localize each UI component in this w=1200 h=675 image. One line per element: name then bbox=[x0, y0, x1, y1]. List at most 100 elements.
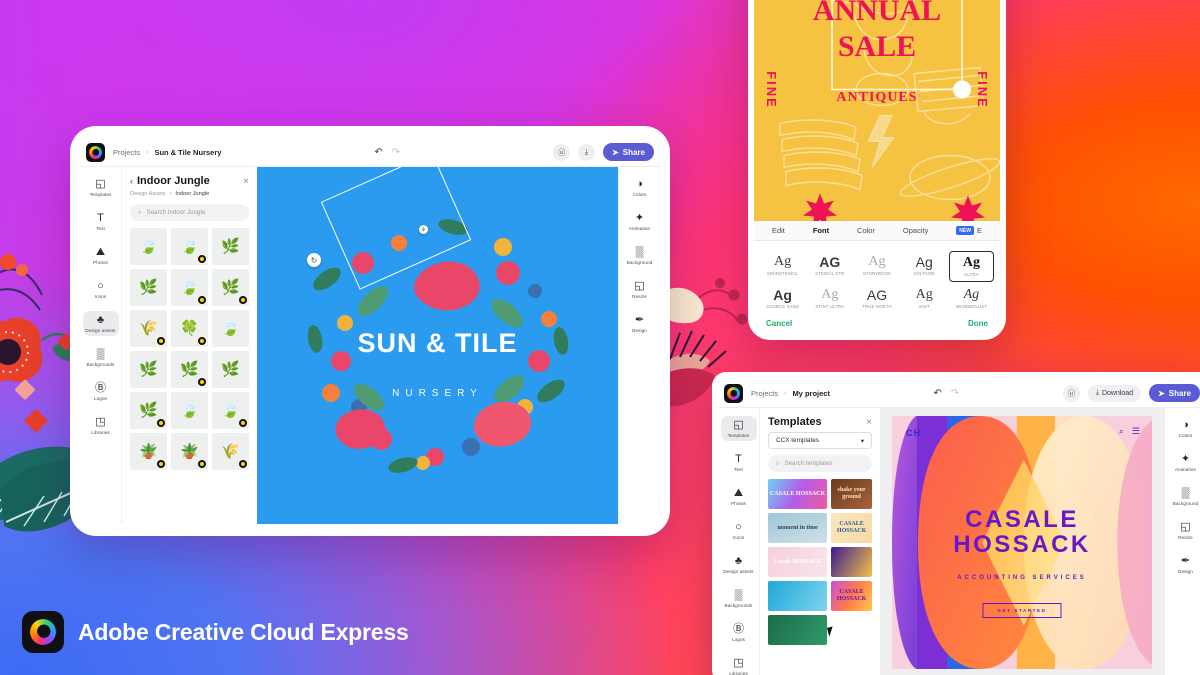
font-option[interactable]: Ag SIRINSTENCIL bbox=[760, 251, 805, 282]
asset-thumbnail[interactable]: 🍃 bbox=[171, 392, 208, 429]
asset-thumbnail[interactable]: 🪴 bbox=[171, 433, 208, 470]
asset-thumbnail[interactable]: 🍃 bbox=[212, 310, 249, 347]
sidebar-item-backgrounds[interactable]: ▒ Backgrounds bbox=[83, 345, 119, 370]
font-option[interactable]: Ag SOURCE SANS bbox=[760, 284, 805, 313]
sidebar-item-animation[interactable]: ✦ Animation bbox=[622, 209, 658, 234]
asset-thumbnail[interactable]: 🌿 bbox=[212, 269, 249, 306]
font-option[interactable]: AG STENCIL STD bbox=[807, 251, 852, 282]
undo-icon[interactable]: ↶ bbox=[374, 147, 382, 158]
template-thumbnail[interactable] bbox=[831, 547, 872, 577]
sidebar-item-background[interactable]: ▒ Background bbox=[1168, 484, 1200, 509]
sidebar-item-logos[interactable]: Ⓑ Logos bbox=[721, 620, 757, 645]
asset-thumbnail[interactable]: 🍃 bbox=[171, 269, 208, 306]
sidebar-item-resize[interactable]: ◱ Resize bbox=[622, 277, 658, 302]
sidebar-item-resize[interactable]: ◱ Resize bbox=[1168, 518, 1200, 543]
sidebar-item-animation[interactable]: ✦ Animation bbox=[1168, 450, 1200, 475]
sidebar-item-libraries[interactable]: ◳ Libraries bbox=[721, 654, 757, 675]
sidebar-item-backgrounds[interactable]: ▒ Backgrounds bbox=[721, 586, 757, 611]
sidebar-item-design[interactable]: ✒ Design bbox=[1168, 552, 1200, 577]
font-option[interactable]: Ag STORYBOOK bbox=[854, 251, 899, 282]
template-thumbnail[interactable]: CASALE HOSSACK bbox=[831, 513, 872, 543]
tab-edit[interactable]: Edit bbox=[772, 226, 785, 235]
template-thumbnail[interactable]: shake your ground bbox=[831, 479, 872, 509]
font-option[interactable]: Ag VAST bbox=[902, 284, 947, 313]
asset-thumbnail[interactable]: 🌿 bbox=[130, 392, 167, 429]
sidebar-item-design-assets[interactable]: ♣ Design assets bbox=[82, 311, 119, 336]
sidebar-item-background[interactable]: ▒ Background bbox=[622, 243, 658, 268]
redo-icon[interactable]: ↷ bbox=[392, 147, 400, 158]
sidebar-item-templates[interactable]: ◱ Templates bbox=[83, 175, 119, 200]
back-icon[interactable]: ‹ bbox=[130, 176, 133, 186]
sidebar-item-text[interactable]: T Text bbox=[83, 209, 119, 234]
asset-thumbnail[interactable]: 🌿 bbox=[171, 351, 208, 388]
asset-thumbnail[interactable]: 🪴 bbox=[130, 433, 167, 470]
share-button[interactable]: ➤ Share bbox=[603, 143, 654, 161]
template-category-dropdown[interactable]: CCX templates ▾ bbox=[768, 432, 872, 449]
sidebar-item-icons[interactable]: ○ Icons bbox=[83, 277, 119, 302]
download-button[interactable]: ⤓ Download bbox=[1087, 384, 1142, 402]
sidebar-item-colors[interactable]: ◑ Colors bbox=[622, 175, 658, 200]
sidebar-item-photos[interactable]: ⛰ Photos bbox=[83, 243, 119, 268]
asset-thumbnail[interactable]: 🌾 bbox=[130, 310, 167, 347]
sidebar-item-templates[interactable]: ◱ Templates bbox=[720, 416, 757, 441]
account-avatar[interactable]: ⓤ bbox=[1062, 384, 1080, 402]
asset-thumbnail[interactable]: 🍃 bbox=[171, 228, 208, 265]
panel-breadcrumb-root[interactable]: Design Assets bbox=[130, 191, 165, 197]
redo-icon[interactable]: ↷ bbox=[951, 388, 959, 399]
sidebar-item-colors[interactable]: ◑ Colors bbox=[1168, 416, 1200, 441]
creative-cloud-express-logo-icon[interactable] bbox=[724, 383, 743, 403]
close-icon[interactable]: × bbox=[243, 176, 249, 187]
search-input[interactable]: ⌕ Search templates bbox=[768, 455, 872, 472]
tablet-canvas[interactable]: SUN & TILE NURSERY ↻ ✣ bbox=[257, 167, 618, 524]
sidebar-item-libraries[interactable]: ◳ Libraries bbox=[83, 413, 119, 438]
font-option[interactable]: Ag WANDERLUST bbox=[949, 284, 994, 313]
tab-color[interactable]: Color bbox=[857, 226, 875, 235]
font-option[interactable]: Ag STINT ULTRA bbox=[807, 284, 852, 313]
get-started-button[interactable]: GET STARTED bbox=[982, 603, 1062, 619]
search-input[interactable]: ⌕ Search Indoor Jungle bbox=[130, 204, 249, 221]
breadcrumb-root[interactable]: Projects bbox=[751, 389, 778, 398]
font-option[interactable]: Ag ULTRA bbox=[948, 251, 994, 282]
font-option[interactable]: Ag VOLTAIRE bbox=[902, 251, 947, 282]
creative-cloud-express-logo-icon[interactable] bbox=[86, 142, 105, 162]
undo-icon[interactable]: ↶ bbox=[934, 388, 942, 399]
template-thumbnail[interactable]: Casale HOSSACK bbox=[768, 547, 828, 577]
done-button[interactable]: Done bbox=[968, 319, 988, 328]
resize-handle[interactable]: ✣ bbox=[419, 225, 428, 234]
sidebar-item-text[interactable]: T Text bbox=[721, 450, 757, 475]
template-thumbnail[interactable]: moment in time bbox=[768, 513, 828, 543]
sidebar-item-logos[interactable]: Ⓑ Logos bbox=[83, 379, 119, 404]
template-thumbnail[interactable] bbox=[768, 581, 828, 611]
template-thumbnail[interactable]: CASALE HOSSACK bbox=[768, 479, 828, 509]
desktop-canvas[interactable]: CH ⌕ ☰ CASALE HOSSACK ACCOUNTING SERVICE… bbox=[880, 408, 1164, 675]
account-avatar[interactable]: ⓤ bbox=[553, 143, 571, 161]
asset-thumbnail[interactable]: 🌿 bbox=[212, 351, 249, 388]
asset-thumbnail[interactable]: 🌿 bbox=[130, 351, 167, 388]
tab-effects-group[interactable]: NEW E bbox=[956, 226, 982, 235]
tab-opacity[interactable]: Opacity bbox=[903, 226, 928, 235]
font-option[interactable]: AG TRUE NORTH bbox=[854, 284, 899, 313]
asset-thumbnail[interactable]: 🍀 bbox=[171, 310, 208, 347]
sidebar-item-label: Design bbox=[632, 328, 647, 333]
template-thumbnail[interactable] bbox=[768, 615, 828, 645]
asset-thumbnail[interactable]: 🌿 bbox=[130, 269, 167, 306]
breadcrumb-root[interactable]: Projects bbox=[113, 148, 140, 157]
asset-thumbnail[interactable]: 🍃 bbox=[130, 228, 167, 265]
template-thumbnail[interactable]: CASALE HOSSACK bbox=[831, 581, 872, 611]
close-icon[interactable]: × bbox=[866, 417, 872, 428]
asset-thumbnail[interactable]: 🍃 bbox=[212, 392, 249, 429]
sidebar-item-design-assets[interactable]: ♣ Design assets bbox=[721, 552, 757, 577]
asset-thumbnail[interactable]: 🌾 bbox=[212, 433, 249, 470]
cancel-button[interactable]: Cancel bbox=[766, 319, 792, 328]
tab-font[interactable]: Font bbox=[813, 226, 829, 235]
sidebar-item-photos[interactable]: ⛰ Photos bbox=[721, 484, 757, 509]
asset-thumbnail[interactable]: 🌿 bbox=[212, 228, 249, 265]
search-icon[interactable]: ⌕ bbox=[1119, 426, 1124, 437]
big-annual-sale-artwork[interactable]: FINE FINE BIG ANNUAL SALE ANTIQUES bbox=[754, 0, 1000, 221]
sidebar-item-design[interactable]: ✒ Design bbox=[622, 311, 658, 336]
sidebar-item-icons[interactable]: ○ Icons bbox=[721, 518, 757, 543]
download-icon[interactable]: ⤓ bbox=[578, 143, 596, 161]
rotate-handle[interactable]: ↻ bbox=[307, 253, 321, 267]
menu-icon[interactable]: ☰ bbox=[1132, 426, 1140, 437]
share-button[interactable]: ➤ Share bbox=[1149, 384, 1200, 402]
